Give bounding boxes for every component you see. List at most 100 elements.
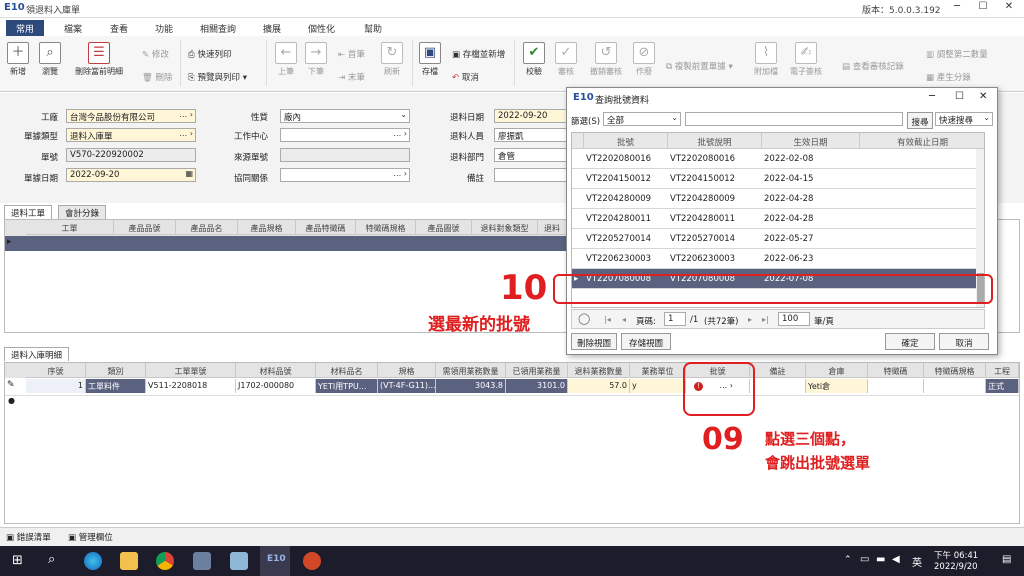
dots-icon[interactable]: … › <box>393 129 407 138</box>
cell-required-qty[interactable]: 3043.8 <box>436 379 506 393</box>
modify-button[interactable]: ✎ 修改 <box>142 48 169 60</box>
view-approval-log-button[interactable]: ▤ 查看審核記錄 <box>842 60 904 72</box>
chevron-down-icon[interactable]: ⌄ <box>671 113 678 122</box>
tray-chevron-icon[interactable]: ⌃ <box>844 555 852 565</box>
attachment-button[interactable]: ⌇ 附加檔 <box>748 38 784 77</box>
new-row[interactable] <box>5 395 1019 409</box>
ok-button[interactable]: 確定 <box>885 333 935 350</box>
refresh-button[interactable]: ↻ 刷新 <box>374 38 410 77</box>
save-view-button[interactable]: 存儲視圖 <box>621 333 671 350</box>
return-date-field[interactable]: 2022-09-20 <box>494 109 568 123</box>
edge-icon[interactable] <box>84 552 102 570</box>
search-input[interactable] <box>685 112 903 126</box>
return-person-field[interactable]: 廖振凱 <box>494 128 568 142</box>
adjust-second-qty-button[interactable]: ▥ 調整第二數量 <box>926 48 988 60</box>
calculator-icon[interactable] <box>193 552 211 570</box>
source-doc-field[interactable] <box>280 148 410 162</box>
per-page-input[interactable]: 100 <box>778 312 810 326</box>
esign-button[interactable]: ✍ 電子簽核 <box>784 38 828 77</box>
last-page-icon[interactable]: ▸| <box>762 315 769 324</box>
tab-return-workorder[interactable]: 退料工單 <box>4 205 53 219</box>
quick-print-button[interactable]: ⎙ 快速列印 <box>188 48 232 60</box>
cell-material-no[interactable]: J1702-000080 <box>236 379 316 393</box>
cell-seq[interactable]: 1 <box>26 379 86 393</box>
calendar-icon[interactable]: ▦ <box>185 169 193 178</box>
dots-icon[interactable]: … › <box>179 110 193 119</box>
ime-indicator[interactable]: 英 <box>912 554 922 569</box>
workcenter-field[interactable]: … › <box>280 128 410 142</box>
clock-time[interactable]: 下午 06:41 <box>934 549 978 561</box>
prev-page-icon[interactable]: ◂ <box>622 315 626 324</box>
menu-tab-extend[interactable]: 擴展 <box>253 20 291 36</box>
delete-current-detail-button[interactable]: ☰ 刪除當前明細 <box>70 38 128 77</box>
battery-icon[interactable]: ▬ <box>876 554 885 565</box>
cell-workorder[interactable]: V511-2208018 <box>146 379 236 393</box>
maximize-icon[interactable]: ☐ <box>972 1 994 16</box>
refresh-icon[interactable]: ◯ <box>578 312 590 325</box>
cell-unit[interactable]: y <box>630 379 686 393</box>
docdate-field[interactable]: 2022-09-20 ▦ <box>66 168 196 182</box>
first-page-icon[interactable]: |◂ <box>604 315 611 324</box>
notification-icon[interactable]: ▤ <box>1002 554 1011 565</box>
cancel-button[interactable]: 取消 <box>939 333 989 350</box>
remark-field[interactable] <box>494 168 568 182</box>
cell-material-name[interactable]: YETI用TPU... <box>316 379 378 393</box>
volume-icon[interactable]: ◀ <box>892 554 900 565</box>
cell-return-qty[interactable]: 57.0 <box>568 379 630 393</box>
file-explorer-icon[interactable] <box>120 552 138 570</box>
menu-tab-related[interactable]: 相關查詢 <box>190 20 246 36</box>
docno-field[interactable]: V570-220920002 <box>66 148 196 162</box>
doctype-field[interactable]: 退料入庫單… › <box>66 128 196 142</box>
batch-row[interactable]: VT2204150012 VT2204150012 2022-04-15 <box>572 169 976 189</box>
cell-feature-spec[interactable] <box>924 379 986 393</box>
windows-start-icon[interactable]: ⊞ <box>12 553 23 568</box>
chevron-down-icon[interactable]: ⌄ <box>400 110 407 119</box>
factory-field[interactable]: 台灣今品股份有限公司… › <box>66 109 196 123</box>
cancel-edit-button[interactable]: ↶ 取消 <box>452 71 479 83</box>
chevron-down-icon[interactable]: ⌄ <box>983 113 990 122</box>
search-button[interactable]: 搜尋 <box>907 112 933 129</box>
dialog-minimize-icon[interactable]: ─ <box>929 91 935 102</box>
close-icon[interactable]: ✕ <box>998 1 1020 16</box>
dots-icon[interactable]: … › <box>393 169 407 178</box>
new-button[interactable]: ＋新增 <box>0 38 36 77</box>
dots-icon[interactable]: … › <box>179 129 193 138</box>
batch-row[interactable]: VT2204280011 VT2204280011 2022-04-28 <box>572 209 976 229</box>
minimize-icon[interactable]: ─ <box>946 1 968 16</box>
cell-feature-code[interactable] <box>868 379 924 393</box>
menu-tab-home[interactable]: 常用 <box>6 20 45 36</box>
save-button[interactable]: ▣ 存檔 <box>412 38 448 77</box>
page-input[interactable]: 1 <box>664 312 686 326</box>
save-and-add-button[interactable]: ▣ 存檔並新增 <box>452 48 505 60</box>
undo-approve-button[interactable]: ↺ 撤銷審核 <box>584 38 628 77</box>
filter-select[interactable]: 全部 ⌄ <box>603 112 681 126</box>
clock-date[interactable]: 2022/9/20 <box>934 562 978 572</box>
remove-view-button[interactable]: 刪除視圖 <box>571 333 617 350</box>
cell-engineering[interactable]: 正式 <box>986 379 1019 393</box>
app-icon[interactable] <box>230 552 248 570</box>
tab-accounting-entries[interactable]: 會計分錄 <box>58 205 107 219</box>
dialog-close-icon[interactable]: ✕ <box>979 91 987 102</box>
batch-row[interactable]: VT2205270014 VT2205270014 2022-05-27 <box>572 229 976 249</box>
upper-grid-row-selected[interactable] <box>5 236 567 251</box>
remove-button[interactable]: 🗑 刪除 <box>142 71 173 83</box>
powerpoint-icon[interactable] <box>303 552 321 570</box>
void-button[interactable]: ⊘ 作廢 <box>626 38 662 77</box>
dialog-maximize-icon[interactable]: ☐ <box>955 91 964 102</box>
next-record-button[interactable]: → 下筆 <box>298 38 334 77</box>
browse-button[interactable]: ⌕ 瀏覽 <box>32 38 68 77</box>
menu-tab-personalize[interactable]: 個性化 <box>298 20 345 36</box>
tab-return-detail[interactable]: 退料入庫明細 <box>4 347 70 361</box>
batch-row[interactable]: VT2204280009 VT2204280009 2022-04-28 <box>572 189 976 209</box>
error-list-tab[interactable]: ▣ 錯誤清單 <box>6 531 51 543</box>
quick-search-select[interactable]: 快速搜尋 ⌄ <box>935 112 993 126</box>
cell-category[interactable]: 工單料件 <box>86 379 146 393</box>
search-icon[interactable]: ⌕ <box>48 552 55 567</box>
copy-prev-doc-button[interactable]: ⧉ 複製前置單據 ▾ <box>666 60 733 72</box>
cell-spec[interactable]: (VT-4F-G11)... <box>378 379 436 393</box>
batch-row[interactable]: VT2202080016 VT2202080016 2022-02-08 <box>572 149 976 169</box>
chrome-icon[interactable] <box>156 552 174 570</box>
menu-tab-function[interactable]: 功能 <box>145 20 183 36</box>
related-field[interactable]: … › <box>280 168 410 182</box>
preview-print-button[interactable]: ⎘ 預覽與列印 ▾ <box>188 71 247 83</box>
